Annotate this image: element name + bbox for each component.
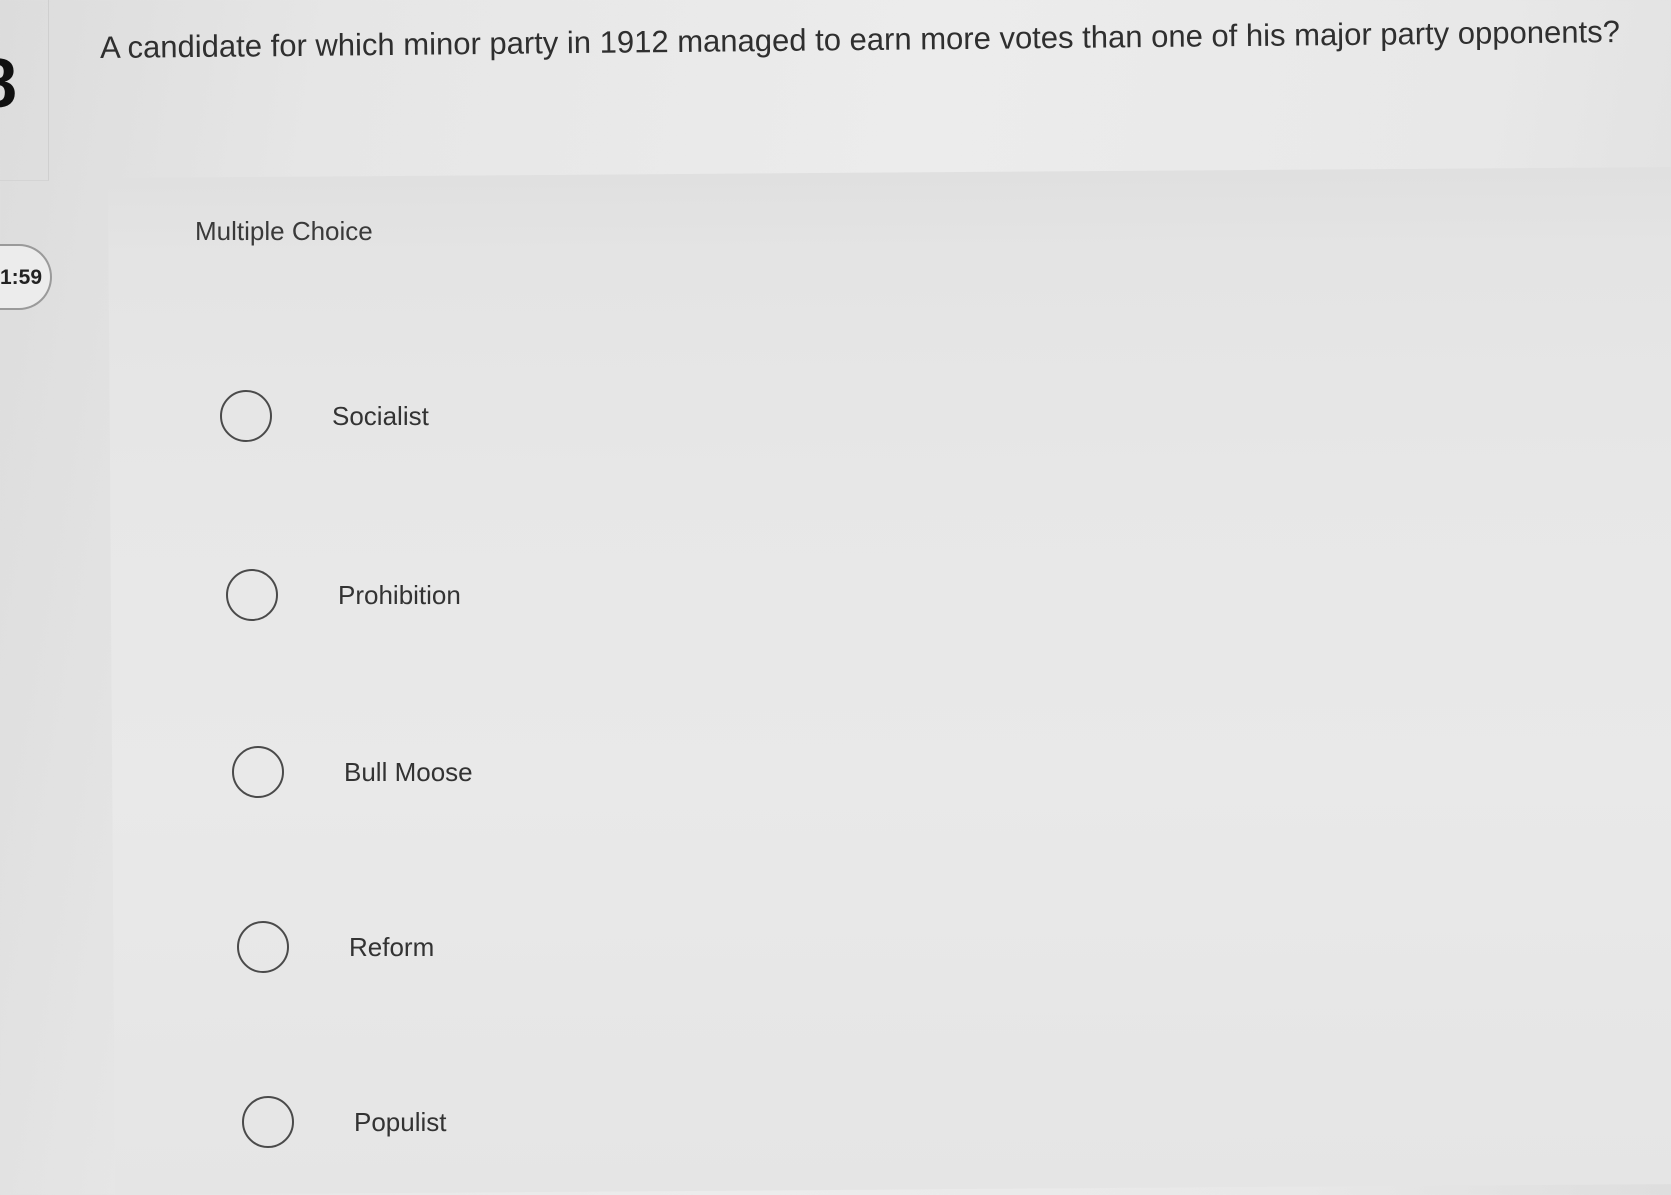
- option-label: Bull Moose: [344, 756, 473, 787]
- option-socialist[interactable]: Socialist: [220, 390, 429, 442]
- question-number: 8: [0, 48, 17, 118]
- option-label: Populist: [354, 1106, 447, 1137]
- question-text: A candidate for which minor party in 191…: [99, 14, 1621, 65]
- option-populist[interactable]: Populist: [242, 1096, 447, 1148]
- radio-button[interactable]: [242, 1096, 294, 1148]
- option-label: Socialist: [332, 400, 429, 431]
- radio-button[interactable]: [226, 569, 278, 621]
- choice-type-label: Multiple Choice: [195, 216, 373, 246]
- radio-button[interactable]: [220, 390, 272, 442]
- option-label: Reform: [349, 931, 435, 962]
- timer-text: 1:59: [0, 266, 43, 289]
- radio-button[interactable]: [237, 921, 289, 973]
- radio-button[interactable]: [232, 746, 284, 798]
- option-label: Prohibition: [338, 579, 461, 610]
- choice-panel: [108, 167, 1671, 1195]
- option-prohibition[interactable]: Prohibition: [226, 569, 461, 621]
- option-bull-moose[interactable]: Bull Moose: [232, 746, 473, 798]
- timer-badge: 1:59: [0, 244, 52, 310]
- option-reform[interactable]: Reform: [237, 921, 434, 973]
